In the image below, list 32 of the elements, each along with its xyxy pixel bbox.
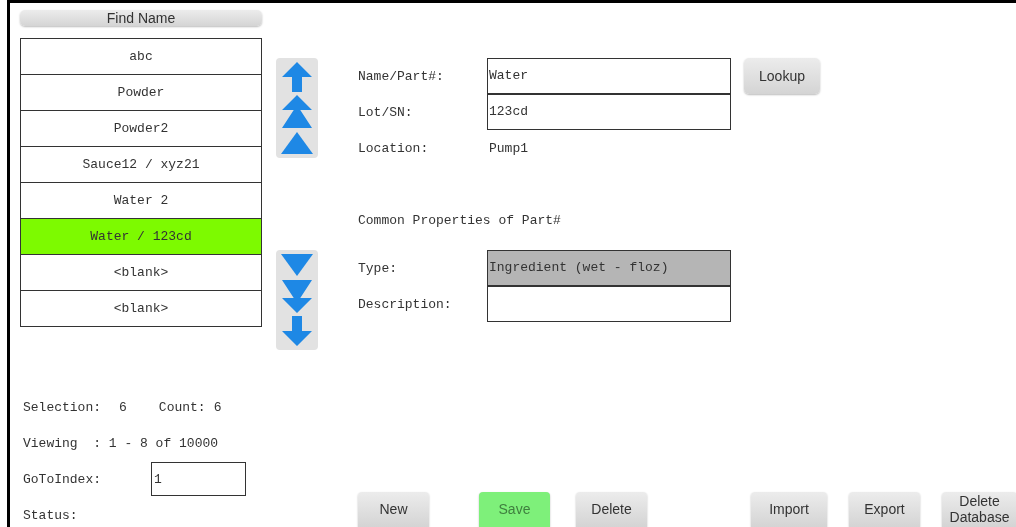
location-value: Pump1 [488, 140, 528, 156]
goto-index-field[interactable]: 1 [151, 462, 246, 496]
find-name-button[interactable]: Find Name [20, 10, 262, 26]
double-up-arrow-icon[interactable] [280, 94, 314, 130]
viewing-text: Viewing : 1 - 8 of 10000 [23, 435, 219, 451]
double-down-arrow-icon[interactable] [280, 278, 314, 314]
down-arrow-icon[interactable] [280, 314, 314, 348]
action-button[interactable]: New [358, 492, 429, 527]
status-label: Status: [23, 507, 78, 523]
count-label: Count: [158, 399, 206, 415]
field-label: Location: [358, 140, 430, 156]
input-field[interactable]: Water [487, 58, 731, 94]
action-button[interactable]: Delete Database [942, 492, 1016, 527]
up-arrow-icon[interactable] [280, 60, 314, 94]
field-label: Name/Part#: [358, 68, 445, 84]
selection-value: 6 [119, 399, 127, 415]
field-label: Description: [358, 296, 453, 312]
field-label: Type: [358, 260, 398, 276]
input-field[interactable] [487, 285, 731, 322]
action-button[interactable]: Import [751, 492, 827, 527]
list-item[interactable]: Water / 123cd [21, 218, 261, 254]
selection-label: Selection: [23, 399, 101, 415]
lookup-button[interactable]: Lookup [744, 58, 820, 94]
field-label: Lot/SN: [358, 104, 414, 120]
action-button[interactable]: Delete [576, 492, 647, 527]
section-title: Common Properties of Part# [358, 212, 562, 230]
triangle-up-icon[interactable] [280, 130, 314, 156]
action-button[interactable]: Export [849, 492, 920, 527]
triangle-down-icon[interactable] [280, 252, 314, 278]
goto-index-label: GoToIndex: [23, 471, 101, 487]
count-value: 6 [213, 399, 222, 415]
input-field[interactable]: 123cd [487, 93, 731, 130]
